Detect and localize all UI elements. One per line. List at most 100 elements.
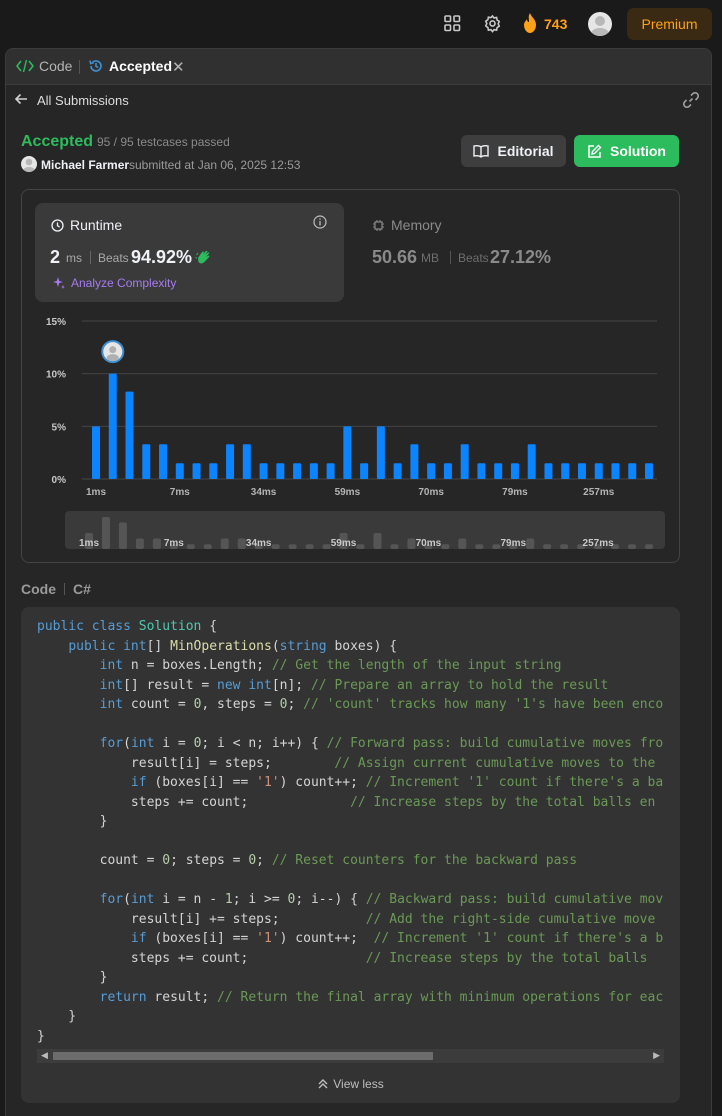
y-tick-label: 5% — [52, 422, 67, 433]
x-tick-label: 59ms — [335, 487, 361, 498]
avatar[interactable] — [588, 12, 612, 36]
memory-title[interactable]: Memory — [372, 217, 442, 233]
code-header: Code C# — [21, 581, 91, 597]
runtime-card[interactable]: Runtime 2 ms Beats 94.92% Analyze Comple… — [35, 203, 344, 302]
all-submissions-link[interactable]: All Submissions — [37, 93, 129, 108]
navigator-tick-label: 257ms — [583, 538, 615, 549]
scroll-left-icon[interactable]: ◀ — [41, 1050, 48, 1061]
marker-avatar-head — [109, 346, 117, 354]
code-scroll-area[interactable]: public class Solution { public int[] Min… — [21, 617, 664, 1055]
code-block: public class Solution { public int[] Min… — [37, 619, 664, 1044]
chart-bar — [510, 463, 519, 479]
code-header-divider — [64, 583, 65, 595]
performance-stats: Runtime 2 ms Beats 94.92% Analyze Comple… — [21, 189, 680, 563]
submitter-name[interactable]: Michael Farmer — [41, 158, 129, 172]
top-bar: 743 Premium — [0, 0, 722, 48]
view-less-label: View less — [333, 1077, 384, 1091]
navigator-tick-label: 7ms — [164, 538, 184, 549]
code-viewer[interactable]: public class Solution { public int[] Min… — [21, 607, 680, 1103]
navigator-bar — [322, 544, 331, 549]
settings-gear-icon[interactable] — [483, 14, 502, 33]
layout-grid-icon[interactable] — [444, 15, 461, 32]
submitter-avatar[interactable] — [21, 156, 37, 172]
chart-bar — [242, 444, 251, 479]
runtime-unit: ms — [66, 251, 82, 265]
premium-button[interactable]: Premium — [627, 8, 712, 40]
chart-bar — [293, 463, 302, 479]
navigator-bar — [458, 538, 467, 549]
runtime-value: 2 — [50, 247, 61, 267]
navigator-bar — [645, 544, 653, 549]
navigator-bar — [441, 544, 450, 549]
horizontal-scrollbar[interactable]: ◀ ▶ — [37, 1049, 664, 1063]
navigator-bar — [475, 544, 484, 549]
tab-bar: Code Accepted ✕ — [6, 49, 711, 85]
memory-label: Memory — [391, 217, 442, 233]
clock-icon — [51, 218, 64, 232]
submitted-at: submitted at Jan 06, 2025 12:53 — [129, 158, 301, 172]
arrow-left-icon[interactable] — [14, 92, 28, 106]
clapping-hands-icon — [195, 250, 210, 264]
chart-bar — [125, 391, 134, 479]
memory-unit: MB — [421, 251, 439, 265]
solution-label: Solution — [610, 143, 666, 159]
streak-count[interactable]: 743 — [544, 16, 567, 32]
chart-bar — [577, 463, 586, 479]
runtime-label: Runtime — [70, 217, 123, 233]
chart-bar — [594, 463, 603, 479]
navigator-tick-label: 59ms — [331, 538, 357, 549]
chart-bar — [360, 463, 369, 479]
solution-button[interactable]: Solution — [574, 135, 679, 167]
chart-bar — [209, 463, 218, 479]
submission-status: Accepted — [21, 133, 94, 150]
navigator-bar — [526, 538, 535, 549]
editorial-button[interactable]: Editorial — [461, 135, 566, 167]
info-icon[interactable] — [313, 215, 327, 229]
scrollbar-thumb[interactable] — [53, 1052, 433, 1060]
chart-bar — [343, 426, 352, 479]
analyze-complexity-link[interactable]: Analyze Complexity — [52, 276, 176, 290]
runtime-beats-label: Beats — [98, 251, 129, 265]
chevrons-up-icon — [318, 1079, 328, 1089]
code-header-label: Code — [21, 581, 56, 597]
navigator-bar — [271, 544, 280, 549]
scroll-right-icon[interactable]: ▶ — [653, 1050, 660, 1061]
tab-accepted[interactable]: Accepted — [88, 58, 172, 74]
chart-bar — [527, 444, 536, 479]
editorial-label: Editorial — [497, 143, 554, 159]
navigator-tick-label: 79ms — [500, 538, 526, 549]
y-tick-label: 15% — [46, 317, 66, 328]
analyze-complexity-label: Analyze Complexity — [71, 276, 177, 290]
navigator-bar — [237, 538, 246, 549]
edit-pencil-icon — [588, 144, 602, 158]
memory-value: 50.66 — [372, 247, 418, 267]
tab-accepted-label: Accepted — [109, 58, 173, 74]
runtime-distribution-chart[interactable]: 15% 10% 5% 0% 1ms 7ms 34ms 59ms 70ms 79ms 257ms 1ms… — [22, 315, 681, 555]
x-tick-label: 34ms — [251, 487, 277, 498]
view-less-button[interactable]: View less — [21, 1077, 680, 1091]
navigator-tick-label: 70ms — [416, 538, 442, 549]
navigator-bar — [135, 538, 144, 549]
streak-fire-icon[interactable] — [522, 13, 538, 33]
sparkle-icon — [53, 277, 65, 289]
navigator-bar — [390, 544, 399, 549]
x-tick-label: 1ms — [86, 487, 106, 498]
chart-bar — [376, 426, 385, 479]
x-tick-label: 257ms — [583, 487, 615, 498]
user-avatar-icon — [23, 158, 35, 172]
navigator-bar — [305, 544, 314, 549]
chart-bar — [175, 463, 184, 479]
chart-bar — [159, 444, 168, 479]
chart-bar — [393, 463, 402, 479]
x-tick-label: 79ms — [502, 487, 528, 498]
memory-divider — [450, 251, 451, 264]
tab-code[interactable]: Code — [16, 58, 72, 74]
runtime-divider — [90, 251, 91, 264]
x-tick-label: 7ms — [170, 487, 190, 498]
chart-bar — [192, 463, 201, 479]
navigator-bar — [220, 538, 229, 549]
navigator-bar — [373, 533, 382, 549]
close-tab-icon[interactable]: ✕ — [172, 58, 185, 76]
share-link-icon[interactable] — [682, 91, 700, 109]
chart-bar — [460, 444, 469, 479]
